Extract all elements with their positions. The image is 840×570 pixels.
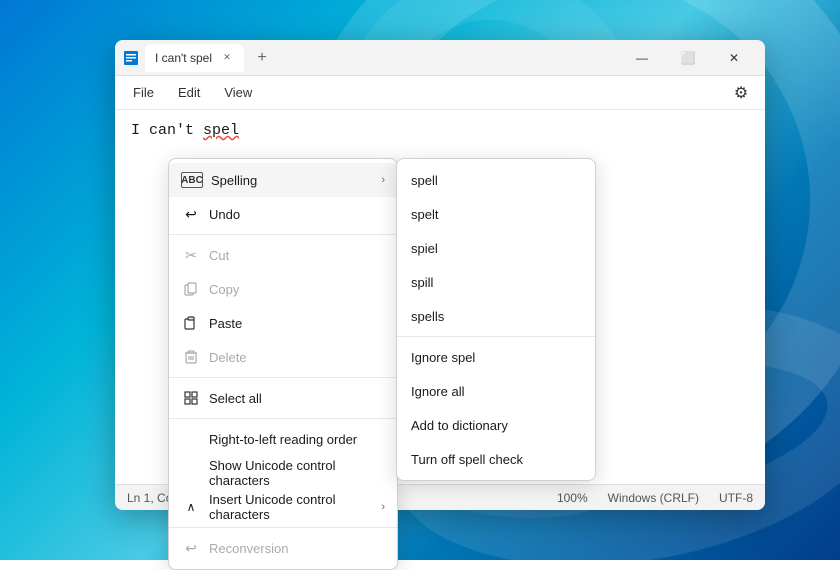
- ctx-item-delete: Delete: [169, 340, 397, 374]
- maximize-button[interactable]: ⬜: [665, 40, 711, 76]
- ctx-item-cut: ✂ Cut: [169, 238, 397, 272]
- unicode-show-icon: [181, 463, 201, 483]
- ctx-rtl-label: Right-to-left reading order: [209, 432, 385, 447]
- menu-bar: File Edit View ⚙: [115, 76, 765, 110]
- spell-submenu: spell spelt spiel spill spells Ignore sp…: [396, 158, 596, 481]
- spell-suggestion-spill[interactable]: spill: [397, 265, 595, 299]
- ctx-item-select-all[interactable]: Select all: [169, 381, 397, 415]
- new-tab-button[interactable]: +: [248, 44, 276, 72]
- ctx-item-undo[interactable]: ↩ Undo: [169, 197, 397, 231]
- misspelled-word: spel: [203, 122, 239, 139]
- ctx-item-spelling[interactable]: ABC Spelling ›: [169, 163, 397, 197]
- text-before-misspelled: I can't: [131, 122, 203, 139]
- ctx-divider-2: [169, 377, 397, 378]
- notepad-app-icon: [123, 50, 139, 66]
- spell-suggestion-label-1: spell: [411, 173, 438, 188]
- editor-content: I can't spel: [131, 122, 749, 139]
- ctx-select-all-label: Select all: [209, 391, 385, 406]
- unicode-insert-icon: ∧: [181, 497, 201, 517]
- context-menu: ABC Spelling › ↩ Undo ✂ Cut Copy Paste: [168, 158, 398, 570]
- spelling-arrow-icon: ›: [381, 174, 385, 186]
- spell-suggestion-label-2: spelt: [411, 207, 438, 222]
- minimize-button[interactable]: —: [619, 40, 665, 76]
- spell-action-ignore[interactable]: Ignore spel: [397, 340, 595, 374]
- paste-icon: [181, 313, 201, 333]
- spell-action-add-dictionary[interactable]: Add to dictionary: [397, 408, 595, 442]
- active-tab[interactable]: I can't spel ✕: [145, 44, 244, 72]
- menu-view[interactable]: View: [214, 81, 262, 104]
- encoding: UTF-8: [719, 491, 753, 505]
- cut-icon: ✂: [181, 245, 201, 265]
- spell-suggestion-spells[interactable]: spells: [397, 299, 595, 333]
- spell-action-turn-off[interactable]: Turn off spell check: [397, 442, 595, 476]
- ctx-item-rtl[interactable]: Right-to-left reading order: [169, 422, 397, 456]
- unicode-insert-arrow-icon: ›: [381, 501, 385, 513]
- spelling-icon: ABC: [181, 172, 203, 188]
- ctx-delete-label: Delete: [209, 350, 385, 365]
- ctx-divider-3: [169, 418, 397, 419]
- window-controls: — ⬜ ✕: [619, 40, 757, 76]
- ctx-item-paste[interactable]: Paste: [169, 306, 397, 340]
- close-button[interactable]: ✕: [711, 40, 757, 76]
- ctx-unicode-insert-label: Insert Unicode control characters: [209, 492, 373, 522]
- spell-action-ignore-all[interactable]: Ignore all: [397, 374, 595, 408]
- ctx-divider-1: [169, 234, 397, 235]
- spell-suggestion-spell[interactable]: spell: [397, 163, 595, 197]
- spell-suggestion-spelt[interactable]: spelt: [397, 197, 595, 231]
- spell-action-ignore-label: Ignore spel: [411, 350, 475, 365]
- zoom-level: 100%: [557, 491, 588, 505]
- ctx-cut-label: Cut: [209, 248, 385, 263]
- spell-suggestion-label-5: spells: [411, 309, 444, 324]
- menu-edit[interactable]: Edit: [168, 81, 210, 104]
- spell-suggestion-spiel[interactable]: spiel: [397, 231, 595, 265]
- tab-title: I can't spel: [155, 51, 212, 65]
- spell-suggestion-label-3: spiel: [411, 241, 438, 256]
- ctx-reconversion-label: Reconversion: [209, 541, 385, 556]
- spell-suggestion-label-4: spill: [411, 275, 433, 290]
- tab-close-button[interactable]: ✕: [220, 51, 234, 65]
- tab-area: I can't spel ✕ +: [123, 44, 619, 72]
- reconversion-icon: ↩: [181, 538, 201, 558]
- rtl-icon: [181, 429, 201, 449]
- ctx-unicode-show-label: Show Unicode control characters: [209, 458, 385, 488]
- line-ending: Windows (CRLF): [608, 491, 699, 505]
- select-all-icon: [181, 388, 201, 408]
- title-bar: I can't spel ✕ + — ⬜ ✕: [115, 40, 765, 76]
- ctx-copy-label: Copy: [209, 282, 385, 297]
- ctx-item-unicode-show[interactable]: Show Unicode control characters: [169, 456, 397, 490]
- copy-icon: [181, 279, 201, 299]
- delete-icon: [181, 347, 201, 367]
- spell-divider-1: [397, 336, 595, 337]
- ctx-item-copy: Copy: [169, 272, 397, 306]
- spell-action-ignore-all-label: Ignore all: [411, 384, 464, 399]
- ctx-undo-label: Undo: [209, 207, 385, 222]
- spell-action-add-dictionary-label: Add to dictionary: [411, 418, 508, 433]
- ctx-divider-4: [169, 527, 397, 528]
- ctx-paste-label: Paste: [209, 316, 385, 331]
- undo-icon: ↩: [181, 204, 201, 224]
- settings-button[interactable]: ⚙: [725, 77, 757, 109]
- spell-action-turn-off-label: Turn off spell check: [411, 452, 523, 467]
- menu-file[interactable]: File: [123, 81, 164, 104]
- ctx-item-unicode-insert[interactable]: ∧ Insert Unicode control characters ›: [169, 490, 397, 524]
- ctx-spelling-label: Spelling: [211, 173, 373, 188]
